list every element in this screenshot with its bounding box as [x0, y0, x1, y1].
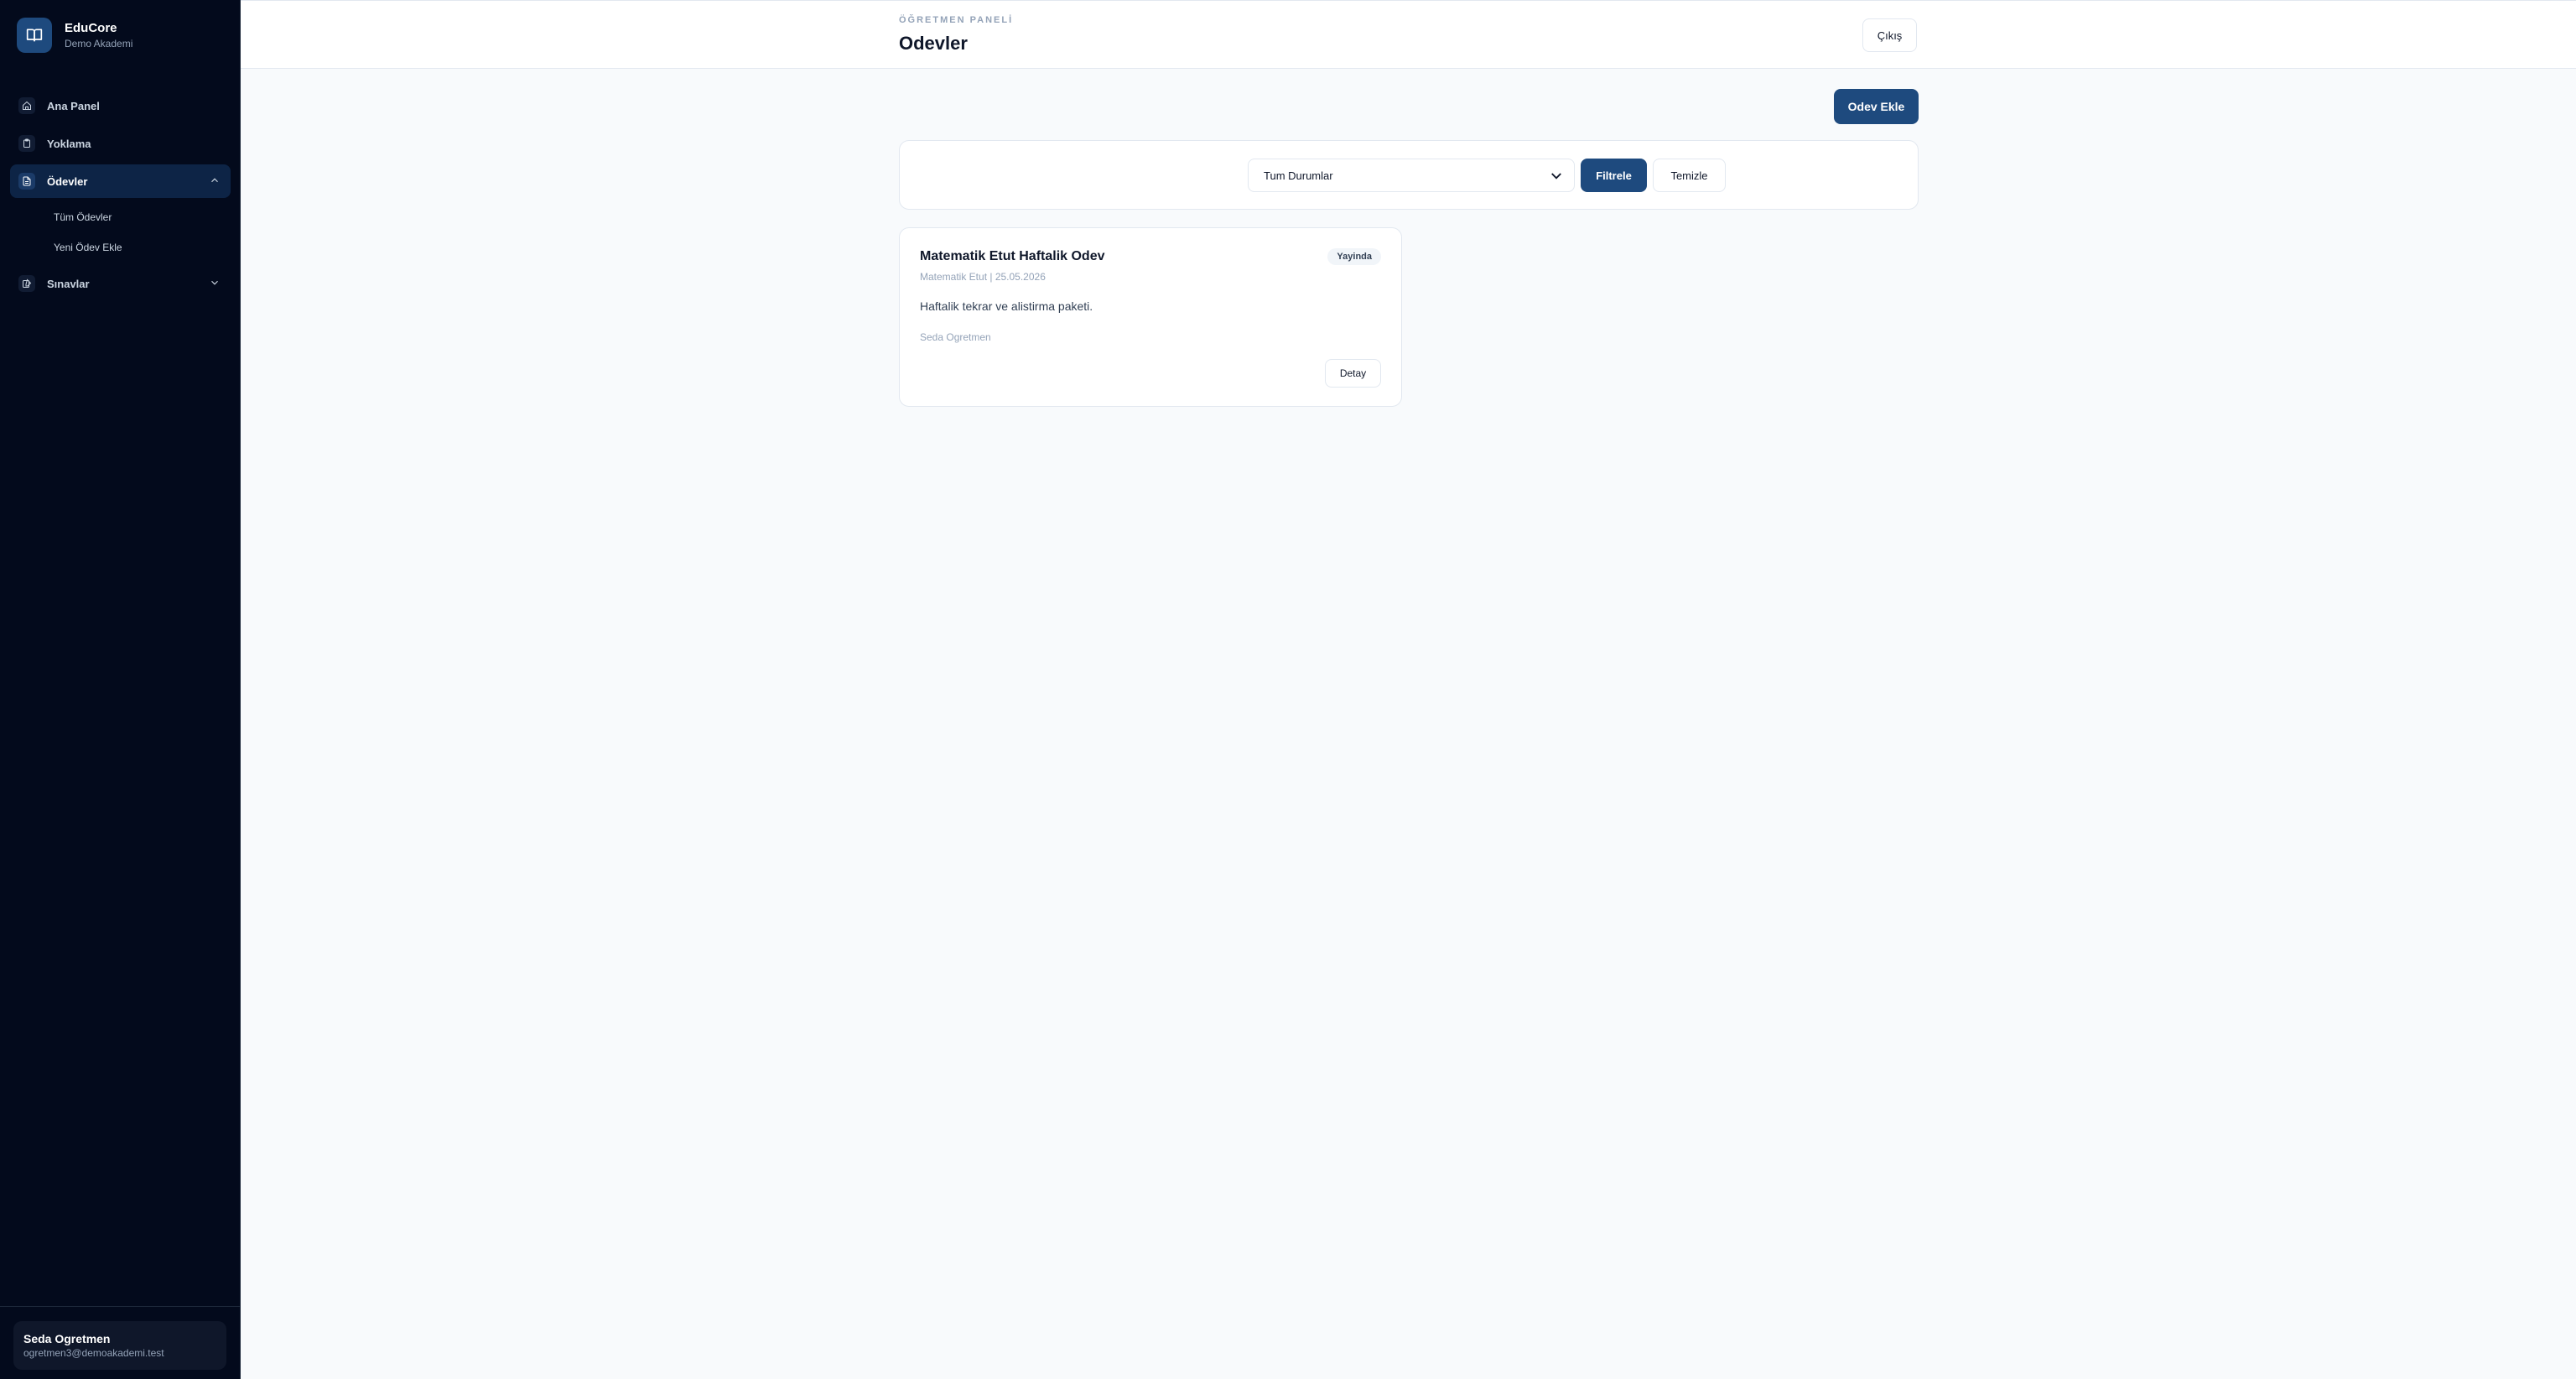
home-icon — [18, 97, 35, 114]
sidebar-item-label: Ödevler — [47, 174, 88, 188]
divider — [0, 1306, 241, 1307]
page-title: Odevler — [899, 33, 968, 54]
user-name: Seda Ogretmen — [23, 1332, 111, 1345]
chevron-down-icon — [1549, 169, 1564, 186]
clipboard-icon — [18, 135, 35, 152]
sidebar-item-label: Yoklama — [47, 137, 91, 150]
edit-icon — [18, 275, 35, 292]
brand[interactable]: EduCore Demo Akademi — [17, 18, 132, 53]
file-icon — [18, 173, 35, 190]
status-select-value: Tum Durumlar — [1264, 169, 1333, 182]
clear-button[interactable]: Temizle — [1653, 159, 1726, 192]
sidebar-subitem-tum-odevler[interactable]: Tüm Ödevler — [10, 202, 231, 232]
logout-button[interactable]: Çıkış — [1862, 18, 1917, 52]
chevron-up-icon[interactable] — [209, 174, 221, 189]
brand-subtitle: Demo Akademi — [65, 38, 133, 49]
assignment-meta: Matematik Etut | 25.05.2026 — [920, 271, 1046, 283]
assignment-card: Matematik Etut Haftalik Odev Matematik E… — [899, 227, 1402, 407]
chevron-down-icon[interactable] — [209, 277, 221, 291]
book-open-icon — [17, 18, 52, 53]
sidebar-item-odevler[interactable]: Ödevler — [10, 164, 231, 198]
assignment-author: Seda Ogretmen — [920, 331, 991, 343]
assignment-description: Haftalik tekrar ve alistirma paketi. — [920, 299, 1093, 313]
page-eyebrow: ÖĞRETMEN PANELİ — [899, 15, 1014, 25]
topbar: ÖĞRETMEN PANELİ Odevler Çıkış — [241, 0, 2576, 69]
filter-bar: Tum Durumlar Filtrele Temizle — [899, 140, 1919, 210]
detail-button[interactable]: Detay — [1325, 359, 1381, 388]
sidebar-subitem-yeni-odev-ekle[interactable]: Yeni Ödev Ekle — [10, 232, 231, 263]
status-select[interactable]: Tum Durumlar — [1248, 159, 1575, 192]
sidebar: EduCore Demo Akademi Ana Panel Yoklama Ö… — [0, 0, 241, 1379]
sidebar-nav: Ana Panel Yoklama Ödevler Tüm Ödevler Ye… — [10, 89, 231, 304]
assignment-title: Matematik Etut Haftalik Odev — [920, 249, 1105, 263]
filter-button[interactable]: Filtrele — [1581, 159, 1647, 192]
sidebar-item-yoklama[interactable]: Yoklama — [10, 127, 231, 160]
user-email: ogretmen3@demoakademi.test — [23, 1347, 164, 1359]
status-badge: Yayinda — [1327, 248, 1381, 265]
sidebar-item-label: Sınavlar — [47, 277, 90, 290]
add-assignment-button[interactable]: Odev Ekle — [1834, 89, 1919, 124]
brand-name: EduCore — [65, 21, 117, 35]
sidebar-item-ana-panel[interactable]: Ana Panel — [10, 89, 231, 122]
user-card[interactable]: Seda Ogretmen ogretmen3@demoakademi.test — [13, 1321, 226, 1370]
sidebar-item-label: Ana Panel — [47, 99, 100, 112]
sidebar-item-sinavlar[interactable]: Sınavlar — [10, 267, 231, 300]
